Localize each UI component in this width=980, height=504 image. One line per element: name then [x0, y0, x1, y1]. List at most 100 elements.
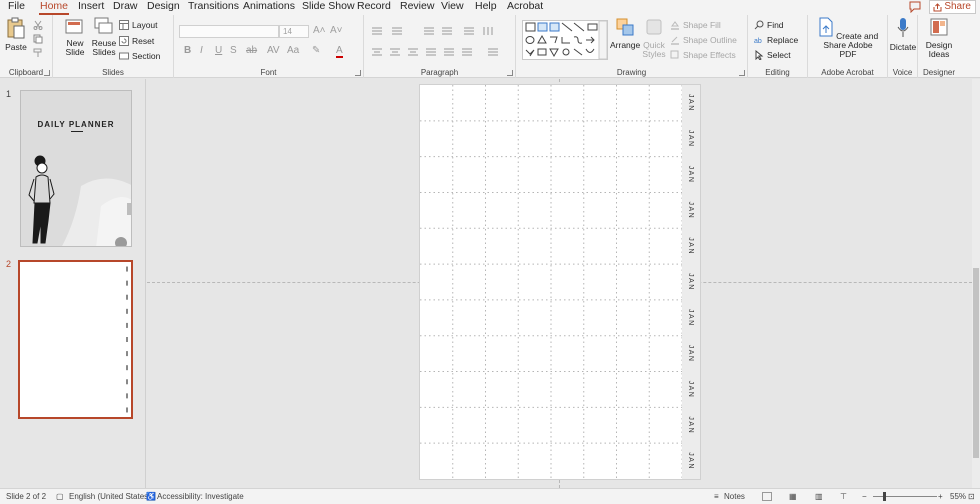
- thumbnail-1-title: DAILY PLANNER: [37, 120, 115, 129]
- slide-thumbnail-1[interactable]: DAILY PLANNER: [20, 90, 132, 247]
- replace-button[interactable]: ab Replace: [754, 35, 798, 45]
- clipboard-group: Paste Clipboard: [0, 15, 53, 78]
- shadow-button[interactable]: S: [230, 45, 237, 56]
- zoom-level[interactable]: 55%: [950, 492, 966, 501]
- tab-review[interactable]: Review: [400, 0, 434, 15]
- paste-button[interactable]: Paste: [4, 17, 28, 52]
- paragraph-tools-icon[interactable]: [370, 25, 510, 61]
- share-button[interactable]: Share: [929, 0, 976, 14]
- tab-slide-show[interactable]: Slide Show: [302, 0, 355, 15]
- zoom-in-button[interactable]: +: [938, 492, 943, 501]
- paragraph-launcher[interactable]: [507, 70, 513, 76]
- tab-record[interactable]: Record: [357, 0, 391, 15]
- zoom-slider-thumb[interactable]: [883, 492, 886, 501]
- quick-styles-icon: [646, 19, 662, 35]
- format-painter-icon[interactable]: [33, 48, 43, 58]
- status-bar: Slide 2 of 2 ▢ English (United States) ♿…: [0, 488, 980, 504]
- shape-effects-icon: [670, 50, 679, 59]
- slide-editor-canvas[interactable]: JAN JAN JAN JAN JAN JAN JAN JAN JAN JAN JAN: [147, 79, 972, 488]
- proofing-icon[interactable]: ▢: [56, 492, 64, 501]
- shrink-font-icon[interactable]: A˅: [330, 25, 343, 36]
- tab-draw[interactable]: Draw: [113, 0, 138, 15]
- notes-button[interactable]: Notes: [724, 492, 745, 501]
- tab-view[interactable]: View: [441, 0, 464, 15]
- reuse-slides-button[interactable]: Reuse Slides: [91, 17, 117, 57]
- month-label: JAN: [687, 94, 694, 112]
- reset-button[interactable]: Reset: [119, 36, 154, 46]
- replace-label: Replace: [767, 35, 799, 45]
- reset-icon: [119, 36, 129, 46]
- italic-button[interactable]: I: [200, 45, 203, 56]
- paste-icon: [7, 17, 25, 39]
- find-label: Find: [767, 20, 784, 30]
- shape-outline-button[interactable]: Shape Outline: [670, 35, 737, 45]
- slide-thumbnail-2[interactable]: [18, 260, 133, 419]
- highlight-icon[interactable]: ✎: [312, 45, 320, 56]
- thumb-month-mark: [126, 322, 128, 328]
- drawing-launcher[interactable]: [739, 70, 745, 76]
- language-status[interactable]: English (United States): [69, 492, 151, 501]
- font-name-combo[interactable]: [179, 25, 279, 38]
- thumb-month-mark: [126, 337, 128, 342]
- dictate-button[interactable]: Dictate: [889, 17, 917, 52]
- arrange-button[interactable]: Arrange: [610, 17, 640, 50]
- accessibility-icon: ♿: [146, 492, 156, 501]
- normal-view-icon[interactable]: [762, 492, 772, 501]
- tab-acrobat[interactable]: Acrobat: [507, 0, 543, 15]
- bold-button[interactable]: B: [184, 45, 191, 56]
- char-spacing-icon[interactable]: AV: [267, 45, 280, 56]
- change-case-icon[interactable]: Aa: [287, 45, 299, 56]
- new-slide-label: New Slide: [65, 38, 85, 57]
- reading-view-icon[interactable]: ▥: [815, 492, 823, 501]
- tab-file[interactable]: File: [8, 0, 25, 15]
- acrobat-group-label: Adobe Acrobat: [821, 68, 874, 77]
- copy-icon[interactable]: [33, 34, 43, 44]
- current-slide[interactable]: JAN JAN JAN JAN JAN JAN JAN JAN JAN JAN JAN: [419, 84, 701, 480]
- month-label: JAN: [687, 416, 694, 434]
- quick-styles-button[interactable]: Quick Styles: [641, 17, 667, 59]
- find-button[interactable]: Find: [754, 20, 784, 30]
- thumb-month-mark: [126, 266, 128, 272]
- slide-sorter-icon[interactable]: ▦: [789, 492, 797, 501]
- select-label: Select: [767, 50, 791, 60]
- tab-insert[interactable]: Insert: [78, 0, 104, 15]
- font-color-icon[interactable]: A: [336, 45, 343, 58]
- shape-effects-button[interactable]: Shape Effects: [670, 50, 736, 60]
- fit-to-window-icon[interactable]: ⊡: [968, 492, 975, 501]
- tab-animations[interactable]: Animations: [243, 0, 295, 15]
- font-size-combo[interactable]: 14: [279, 25, 309, 38]
- month-label: JAN: [687, 130, 694, 148]
- new-slide-button[interactable]: New Slide: [63, 17, 87, 57]
- underline-button[interactable]: U: [215, 45, 222, 56]
- zoom-out-button[interactable]: −: [862, 492, 867, 501]
- slide-1-artwork: [21, 91, 131, 246]
- strikethrough-icon[interactable]: ab: [246, 45, 257, 56]
- layout-icon: [119, 20, 129, 30]
- scrollbar-thumb[interactable]: [973, 268, 979, 458]
- section-button[interactable]: Section: [119, 51, 160, 61]
- notes-icon: ≡: [714, 492, 719, 501]
- comments-icon[interactable]: [908, 1, 922, 13]
- month-label: JAN: [687, 309, 694, 327]
- grow-font-icon[interactable]: A˄: [313, 25, 326, 36]
- font-launcher[interactable]: [355, 70, 361, 76]
- tab-design[interactable]: Design: [147, 0, 180, 15]
- clipboard-launcher[interactable]: [44, 70, 50, 76]
- reset-label: Reset: [132, 36, 155, 46]
- tab-transitions[interactable]: Transitions: [188, 0, 239, 15]
- shapes-gallery[interactable]: [522, 20, 608, 60]
- select-button[interactable]: Select: [754, 50, 791, 60]
- section-label: Section: [132, 51, 161, 61]
- accessibility-status[interactable]: Accessibility: Investigate: [157, 492, 244, 501]
- shape-fill-button[interactable]: Shape Fill: [670, 20, 721, 30]
- tab-home[interactable]: Home: [38, 0, 70, 15]
- slideshow-view-icon[interactable]: ⊤: [840, 492, 847, 501]
- tab-help[interactable]: Help: [475, 0, 497, 15]
- layout-button[interactable]: Layout: [119, 20, 158, 30]
- design-ideas-button[interactable]: Design Ideas: [923, 17, 955, 59]
- pdf-icon: [819, 17, 833, 37]
- cut-icon[interactable]: [33, 20, 43, 30]
- create-share-pdf-button[interactable]: Create and Share Adobe PDF: [814, 17, 882, 59]
- voice-group: Dictate Voice: [888, 15, 918, 78]
- slide-number-2: 2: [6, 259, 12, 269]
